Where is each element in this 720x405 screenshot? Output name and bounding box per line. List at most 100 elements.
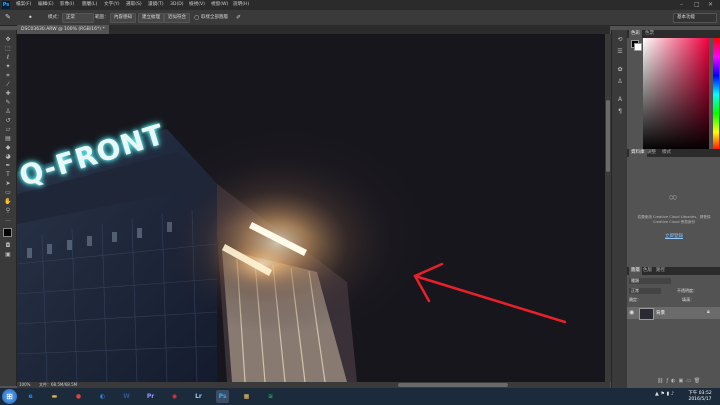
- brush-size-picker[interactable]: •: [28, 13, 33, 22]
- tools-panel: ✥ ⬚ ℓ ✦ ⌗ ⁄ ✚ ✎ ♙ ↺ ▱ ▤ ◆ ◕ ✒ T ➤ ▭ ✋ ⚲ …: [0, 30, 17, 386]
- taskbar-premiere-icon[interactable]: Pr: [144, 390, 157, 403]
- photo-night-building: [17, 34, 605, 382]
- tab-styles[interactable]: 樣式: [662, 149, 671, 157]
- gradient-tool-icon[interactable]: ▤: [3, 135, 13, 143]
- taskbar-ie-icon[interactable]: e: [24, 390, 37, 403]
- history-panel-icon[interactable]: ⟲: [615, 36, 625, 44]
- pen-tool-icon[interactable]: ✒: [3, 162, 13, 170]
- clock-date[interactable]: 2016/5/17: [683, 397, 717, 402]
- history-brush-tool-icon[interactable]: ↺: [3, 117, 13, 125]
- marquee-tool-icon[interactable]: ⬚: [3, 45, 13, 53]
- path-select-tool-icon[interactable]: ➤: [3, 180, 13, 188]
- tab-color[interactable]: 色彩: [629, 30, 642, 38]
- type-tool-icon[interactable]: T: [3, 171, 13, 179]
- layer-footer-icons[interactable]: ⛓ƒ◐▣▭🗑︎: [657, 378, 719, 385]
- menu-layer[interactable]: 圖層(L): [82, 0, 97, 10]
- taskbar-chrome-icon[interactable]: ●: [72, 390, 85, 403]
- taskbar-edge-icon[interactable]: ◐: [96, 390, 109, 403]
- layer-kind-filter[interactable]: 種類: [629, 278, 671, 284]
- taskbar-word-icon[interactable]: W: [120, 390, 133, 403]
- shape-tool-icon[interactable]: ▭: [3, 189, 13, 197]
- quick-mask-icon[interactable]: ◘: [3, 242, 13, 250]
- windows-taskbar: ⊞ ▲ ⚑ ▮ ♪ 下午 03:52 2016/5/17 e ▬ ● ◐ W Pr ◉ Lr P…: [0, 388, 720, 405]
- visibility-eye-icon[interactable]: ◉: [629, 309, 634, 316]
- document-tab-bar: DSC03630.ARW @ 100% (RGB/16*) *: [17, 25, 610, 34]
- vertical-scroll-thumb[interactable]: [606, 100, 610, 172]
- taskbar-photoshop-icon[interactable]: Ps: [216, 390, 229, 403]
- move-tool-icon[interactable]: ✥: [3, 36, 13, 44]
- menu-edit[interactable]: 編輯(E): [38, 0, 54, 10]
- close-button[interactable]: ✕: [708, 0, 713, 10]
- tab-swatches[interactable]: 色票: [645, 30, 654, 38]
- paragraph-panel-icon[interactable]: ¶: [615, 108, 625, 116]
- panel-background-swatch[interactable]: [634, 43, 642, 51]
- menu-help[interactable]: 說明(H): [233, 0, 249, 10]
- sample-all-checkbox[interactable]: ○: [194, 13, 199, 22]
- taskbar-lightroom-icon[interactable]: Lr: [192, 390, 205, 403]
- proximity-match-button[interactable]: 近似符合: [164, 13, 190, 23]
- eraser-tool-icon[interactable]: ▱: [3, 126, 13, 134]
- pressure-size-icon[interactable]: ✐: [236, 13, 241, 22]
- healing-tool-icon[interactable]: ✚: [3, 90, 13, 98]
- menu-select[interactable]: 選取(S): [126, 0, 142, 10]
- menu-type[interactable]: 文字(Y): [104, 0, 120, 10]
- horizontal-scroll-thumb[interactable]: [398, 383, 508, 387]
- crop-tool-icon[interactable]: ⌗: [3, 72, 13, 80]
- sample-all-layers-label: 取樣全部圖層: [201, 15, 228, 20]
- brush-panel-icon[interactable]: ✿: [615, 66, 625, 74]
- hue-slider[interactable]: [713, 38, 719, 151]
- content-aware-button[interactable]: 內容感知: [110, 13, 136, 23]
- workspace-select[interactable]: 基本功能: [673, 13, 717, 23]
- lasso-tool-icon[interactable]: ℓ: [3, 54, 13, 62]
- eyedropper-tool-icon[interactable]: ⁄: [3, 81, 13, 89]
- menu-bar: Ps 檔案(F) 編輯(E) 影像(I) 圖層(L) 文字(Y) 選取(S) 濾…: [0, 0, 720, 10]
- foreground-color-swatch[interactable]: [3, 228, 12, 237]
- clock-time[interactable]: 下午 03:52: [683, 390, 717, 396]
- dodge-tool-icon[interactable]: ◕: [3, 153, 13, 161]
- taskbar-photo-viewer-icon[interactable]: ▦: [240, 390, 253, 403]
- scope-label: 範圍：: [95, 15, 109, 20]
- tab-channels[interactable]: 色版: [643, 267, 652, 275]
- clone-stamp-tool-icon[interactable]: ♙: [3, 108, 13, 116]
- taskbar-spotify-icon[interactable]: ≋: [264, 390, 277, 403]
- menu-3d[interactable]: 3D(D): [170, 0, 184, 10]
- menu-view[interactable]: 檢視(V): [189, 0, 205, 10]
- tab-layers[interactable]: 圖層: [629, 267, 642, 275]
- menu-file[interactable]: 檔案(F): [16, 0, 31, 10]
- blur-tool-icon[interactable]: ◆: [3, 144, 13, 152]
- layer-row-background[interactable]: ◉ 背景 🔒︎: [627, 307, 720, 320]
- layer-name[interactable]: 背景: [656, 310, 665, 316]
- taskbar-app-red-icon[interactable]: ◉: [168, 390, 181, 403]
- mode-select[interactable]: 正常: [62, 13, 94, 23]
- color-spectrum-field[interactable]: [643, 38, 709, 151]
- tray-icons[interactable]: ▲ ⚑ ▮ ♪: [655, 391, 674, 397]
- tab-libraries[interactable]: 資料庫: [629, 149, 647, 157]
- blend-mode-select[interactable]: 正常: [629, 288, 661, 294]
- brush-tool-icon[interactable]: ✎: [3, 99, 13, 107]
- tab-adjustments[interactable]: 調整: [647, 149, 656, 157]
- patch-tool-icon[interactable]: ✎: [5, 13, 11, 22]
- properties-panel-icon[interactable]: ☰: [615, 48, 625, 56]
- creative-cloud-icon: ∞: [668, 190, 678, 204]
- menu-filter[interactable]: 濾鏡(T): [148, 0, 164, 10]
- maximize-button[interactable]: □: [694, 0, 700, 10]
- taskbar-explorer-icon[interactable]: ▬: [48, 390, 61, 403]
- menu-image[interactable]: 影像(I): [60, 0, 74, 10]
- sign-in-link[interactable]: 立即登錄: [635, 233, 713, 239]
- minimize-button[interactable]: –: [680, 0, 683, 10]
- create-texture-button[interactable]: 建立紋理: [138, 13, 164, 23]
- hand-tool-icon[interactable]: ✋: [3, 198, 13, 206]
- tab-paths[interactable]: 路徑: [656, 267, 665, 275]
- lock-label: 鎖定：: [629, 297, 641, 302]
- character-panel-icon[interactable]: A: [615, 96, 625, 104]
- menu-window[interactable]: 視窗(W): [211, 0, 228, 10]
- clone-source-icon[interactable]: ♙: [615, 78, 625, 86]
- quick-select-tool-icon[interactable]: ✦: [3, 63, 13, 71]
- document-tab[interactable]: DSC03630.ARW @ 100% (RGB/16*) *: [17, 25, 109, 34]
- more-tools-icon[interactable]: …: [3, 216, 13, 224]
- start-button[interactable]: ⊞: [2, 389, 17, 404]
- zoom-tool-icon[interactable]: ⚲: [3, 207, 13, 215]
- screen-mode-icon[interactable]: ▣: [3, 251, 13, 259]
- opacity-label: 不透明度：: [677, 288, 697, 293]
- document-canvas[interactable]: Q-FRONT: [17, 34, 605, 382]
